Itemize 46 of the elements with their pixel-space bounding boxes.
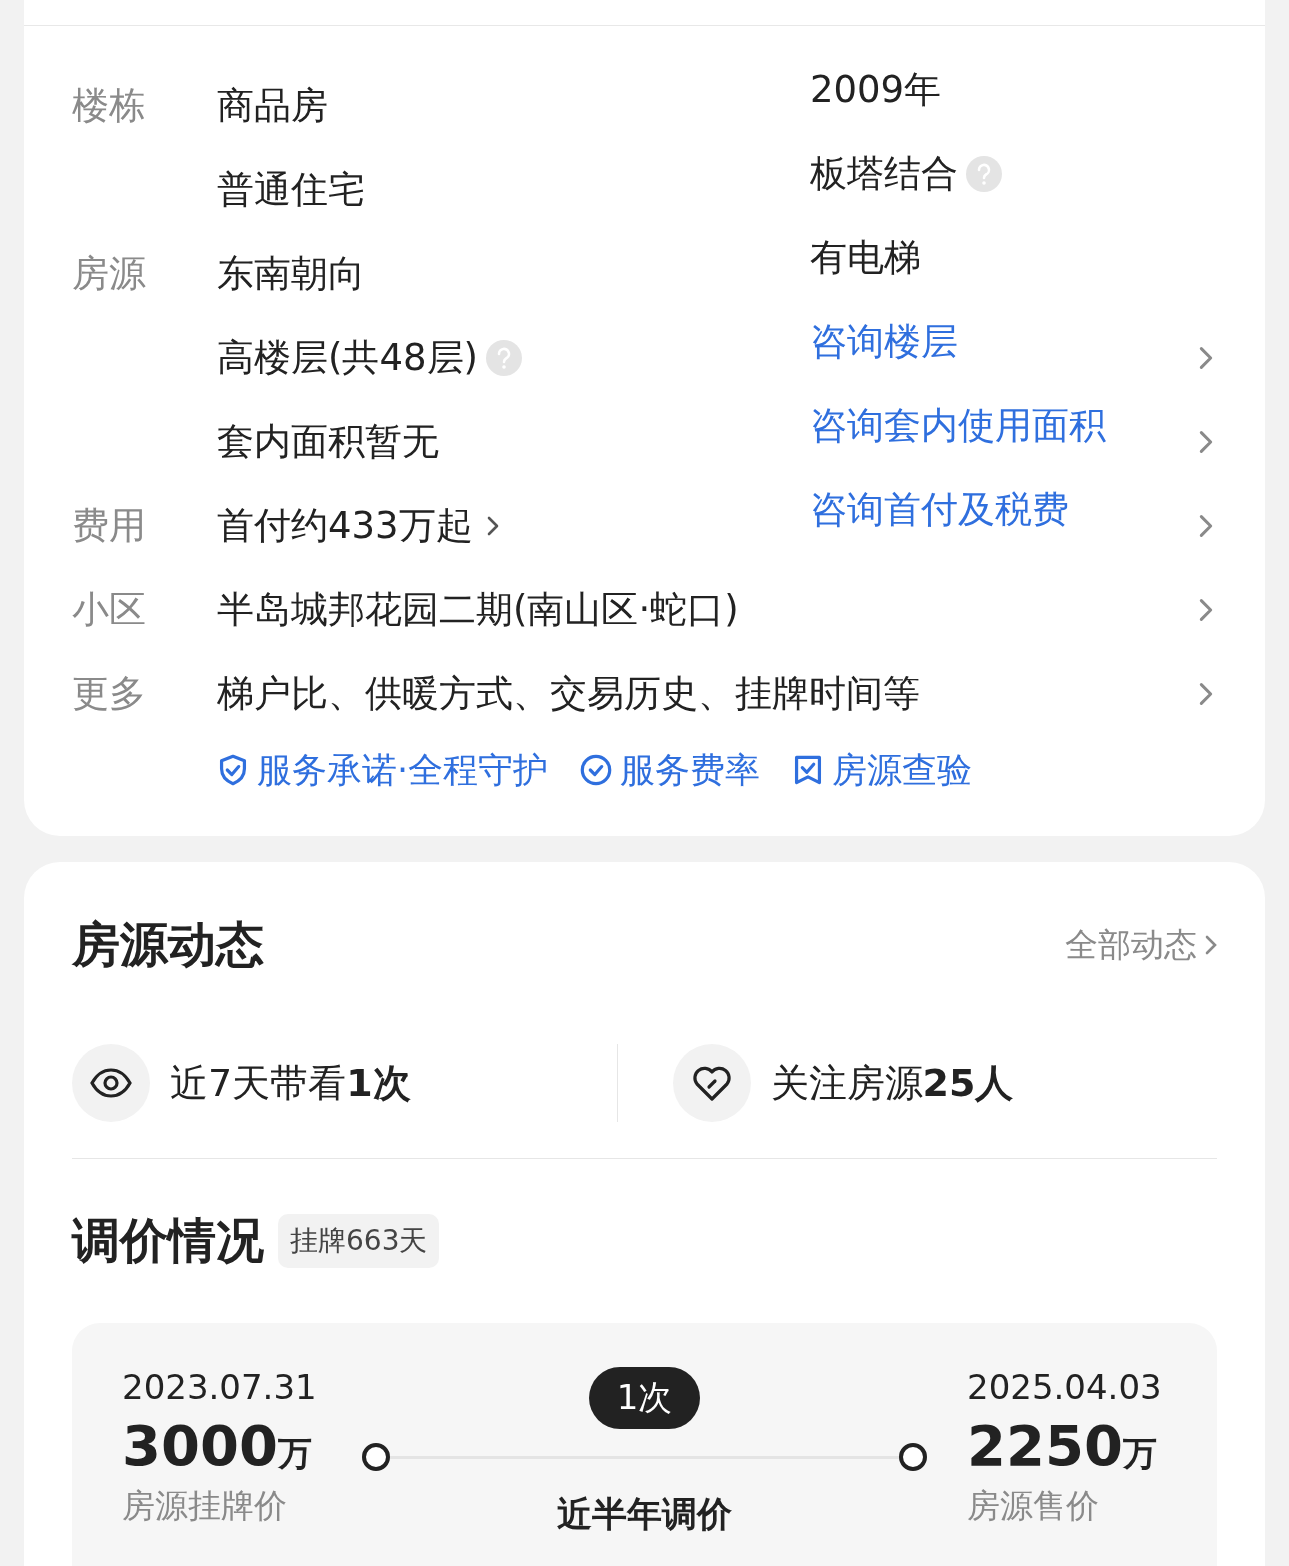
info-value: 梯户比、供暖方式、交易历史、挂牌时间等 xyxy=(217,671,920,717)
service-link[interactable]: 房源查验 xyxy=(792,746,973,794)
listing-label: 房源挂牌价 xyxy=(122,1485,288,1527)
info-value: 高楼层(共48层) xyxy=(217,335,478,381)
section-title: 调价情况 xyxy=(72,1211,264,1270)
row-label: 房源 xyxy=(72,251,147,297)
info-value: 套内面积暂无 xyxy=(217,419,439,465)
help-icon[interactable] xyxy=(485,340,522,376)
change-count-badge: 1次 xyxy=(588,1367,701,1429)
listing-price: 3000万 xyxy=(122,1413,313,1478)
all-updates-link[interactable]: 全部动态 xyxy=(1065,922,1217,968)
check-circle-icon xyxy=(580,754,613,786)
shield-check-icon xyxy=(217,754,249,786)
row-label: 小区 xyxy=(72,587,147,633)
chevron-icon xyxy=(1199,598,1213,622)
consult-link[interactable]: 咨询楼层 xyxy=(810,317,958,367)
info-value: 东南朝向 xyxy=(217,251,365,297)
info-value: 首付约433万起 xyxy=(217,503,473,549)
service-link[interactable]: 服务承诺·全程守护 xyxy=(217,746,549,794)
section-title: 房源动态 xyxy=(72,915,264,974)
listing-date: 2023.07.31 xyxy=(122,1367,318,1407)
row-label: 更多 xyxy=(72,671,147,717)
service-link[interactable]: 服务费率 xyxy=(580,746,761,794)
sale-price: 2250万 xyxy=(967,1413,1158,1478)
row-label: 楼栋 xyxy=(72,83,147,129)
sale-date: 2025.04.03 xyxy=(967,1367,1163,1407)
chevron-icon xyxy=(1199,346,1213,370)
help-icon[interactable] xyxy=(966,156,1002,192)
consult-link[interactable]: 咨询套内使用面积 xyxy=(810,401,1106,451)
chevron-icon xyxy=(1199,682,1213,706)
info-value: 板塔结合 xyxy=(810,151,958,197)
info-value: 半岛城邦花园二期(南山区·蛇口) xyxy=(217,587,739,633)
info-value: 普通住宅 xyxy=(217,167,365,213)
info-value: 有电梯 xyxy=(810,235,921,281)
info-value: 商品房 xyxy=(217,83,328,129)
stat-text: 关注房源25人 xyxy=(770,1059,1014,1107)
stat-text: 近7天带看1次 xyxy=(170,1059,411,1107)
chevron-icon xyxy=(1205,935,1217,955)
row-label: 费用 xyxy=(72,503,147,549)
listing-days-badge: 挂牌663天 xyxy=(278,1214,440,1268)
sale-label: 房源售价 xyxy=(967,1485,1100,1527)
chevron-icon xyxy=(1199,514,1213,538)
info-value: 2009年 xyxy=(810,67,942,113)
timeline-caption: 近半年调价 xyxy=(557,1493,732,1536)
consult-link[interactable]: 咨询首付及税费 xyxy=(810,485,1069,535)
chevron-icon xyxy=(1199,430,1213,454)
